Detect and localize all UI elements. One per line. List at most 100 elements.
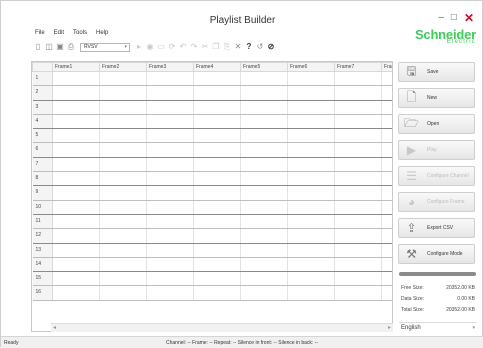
paste-icon[interactable]: ⎘	[223, 43, 231, 52]
table-row[interactable]: 15	[32, 271, 392, 287]
grid-cell[interactable]	[99, 128, 147, 144]
horizontal-scrollbar[interactable]: ◂ ▸	[51, 323, 393, 332]
grid-cell[interactable]	[99, 157, 147, 173]
menu-tools[interactable]: Tools	[73, 30, 87, 36]
grid-cell[interactable]	[240, 200, 288, 215]
grid-cell[interactable]	[287, 243, 335, 258]
grid-cell[interactable]	[287, 200, 335, 215]
grid-cell[interactable]	[240, 185, 288, 201]
grid-cell[interactable]	[381, 214, 392, 230]
grid-cell[interactable]	[146, 71, 194, 87]
grid-cell[interactable]	[334, 71, 382, 87]
grid-cell[interactable]	[193, 185, 241, 201]
grid-cell[interactable]	[146, 271, 194, 287]
grid-cell[interactable]	[240, 142, 288, 158]
grid-cell[interactable]	[146, 85, 194, 101]
grid-cell[interactable]	[52, 257, 100, 273]
table-row[interactable]: 8	[32, 171, 392, 187]
table-row[interactable]: 5	[32, 128, 392, 144]
grid-cell[interactable]	[381, 243, 392, 258]
grid-cell[interactable]	[52, 114, 100, 130]
grid-cell[interactable]	[52, 285, 100, 301]
grid-cell[interactable]	[240, 285, 288, 301]
new-button[interactable]: 🗋 New	[398, 88, 475, 108]
grid-cell[interactable]	[287, 157, 335, 173]
grid-cell[interactable]	[240, 243, 288, 258]
grid-cell[interactable]	[381, 157, 392, 173]
table-row[interactable]: 12	[32, 228, 392, 244]
grid-cell[interactable]	[99, 100, 147, 115]
scroll-right-icon[interactable]: ▸	[388, 324, 391, 331]
grid-cell[interactable]	[193, 200, 241, 215]
grid-cell[interactable]	[146, 142, 194, 158]
configure-frame-button[interactable]: ◕ Configure Frame	[398, 192, 475, 212]
grid-cell[interactable]	[240, 85, 288, 101]
grid-cell[interactable]	[52, 200, 100, 215]
open-button[interactable]: 🗁 Open	[398, 114, 475, 134]
column-header[interactable]: Frame5	[240, 62, 288, 72]
grid-cell[interactable]	[52, 142, 100, 158]
grid-cell[interactable]	[334, 100, 382, 115]
scroll-left-icon[interactable]: ◂	[53, 324, 56, 331]
save-button[interactable]: 🖫 Save	[398, 62, 475, 82]
stop-icon[interactable]: ▭	[157, 43, 165, 52]
grid-cell[interactable]	[146, 128, 194, 144]
grid-cell[interactable]	[146, 257, 194, 273]
grid-cell[interactable]	[146, 114, 194, 130]
grid-cell[interactable]	[287, 71, 335, 87]
voice-select[interactable]: RVSV	[80, 42, 130, 52]
grid-cell[interactable]	[240, 128, 288, 144]
grid-cell[interactable]	[240, 271, 288, 287]
configure-mode-button[interactable]: ⚒ Configure Mode	[398, 244, 475, 264]
column-header[interactable]: Frame3	[146, 62, 194, 72]
language-select[interactable]: English ▾	[399, 322, 477, 332]
grid-cell[interactable]	[240, 214, 288, 230]
grid-cell[interactable]	[193, 85, 241, 101]
grid-cell[interactable]	[52, 128, 100, 144]
grid-cell[interactable]	[146, 285, 194, 301]
undo-icon[interactable]: ↶	[179, 43, 187, 52]
grid-cell[interactable]	[99, 228, 147, 244]
grid-cell[interactable]	[334, 200, 382, 215]
column-header[interactable]: Fram	[381, 62, 392, 72]
grid-cell[interactable]	[334, 85, 382, 101]
grid-cell[interactable]	[99, 243, 147, 258]
table-row[interactable]: 10	[32, 200, 392, 215]
grid-cell[interactable]	[240, 157, 288, 173]
grid-cell[interactable]	[334, 228, 382, 244]
column-header[interactable]: Frame1	[52, 62, 100, 72]
cancel-icon[interactable]: ⊘	[267, 43, 275, 52]
grid-cell[interactable]	[193, 71, 241, 87]
grid-cell[interactable]	[193, 228, 241, 244]
grid-cell[interactable]	[381, 85, 392, 101]
grid-cell[interactable]	[381, 257, 392, 273]
grid-cell[interactable]	[334, 157, 382, 173]
menu-help[interactable]: Help	[96, 30, 108, 36]
grid-cell[interactable]	[99, 271, 147, 287]
grid-cell[interactable]	[99, 200, 147, 215]
grid-cell[interactable]	[381, 185, 392, 201]
grid-cell[interactable]	[146, 228, 194, 244]
reset-icon[interactable]: ↺	[256, 43, 264, 52]
grid-cell[interactable]	[240, 100, 288, 115]
redo-icon[interactable]: ↷	[190, 43, 198, 52]
play-small-icon[interactable]: ▸	[135, 43, 143, 52]
grid-cell[interactable]	[193, 243, 241, 258]
grid-cell[interactable]	[240, 257, 288, 273]
grid-cell[interactable]	[146, 185, 194, 201]
grid-cell[interactable]	[287, 214, 335, 230]
grid-cell[interactable]	[193, 100, 241, 115]
table-row[interactable]: 7	[32, 157, 392, 173]
save-file-icon[interactable]: ▣	[56, 43, 64, 52]
grid-cell[interactable]	[146, 157, 194, 173]
grid-cell[interactable]	[334, 142, 382, 158]
configure-channel-button[interactable]: ☰ Configure Channel	[398, 166, 475, 186]
menu-edit[interactable]: Edit	[54, 30, 64, 36]
grid-cell[interactable]	[52, 85, 100, 101]
grid-cell[interactable]	[193, 271, 241, 287]
grid-cell[interactable]	[193, 142, 241, 158]
play-button[interactable]: ▶ Play	[398, 140, 475, 160]
table-row[interactable]: 1	[32, 71, 392, 87]
grid-cell[interactable]	[52, 214, 100, 230]
maximize-button[interactable]: □	[451, 13, 457, 23]
